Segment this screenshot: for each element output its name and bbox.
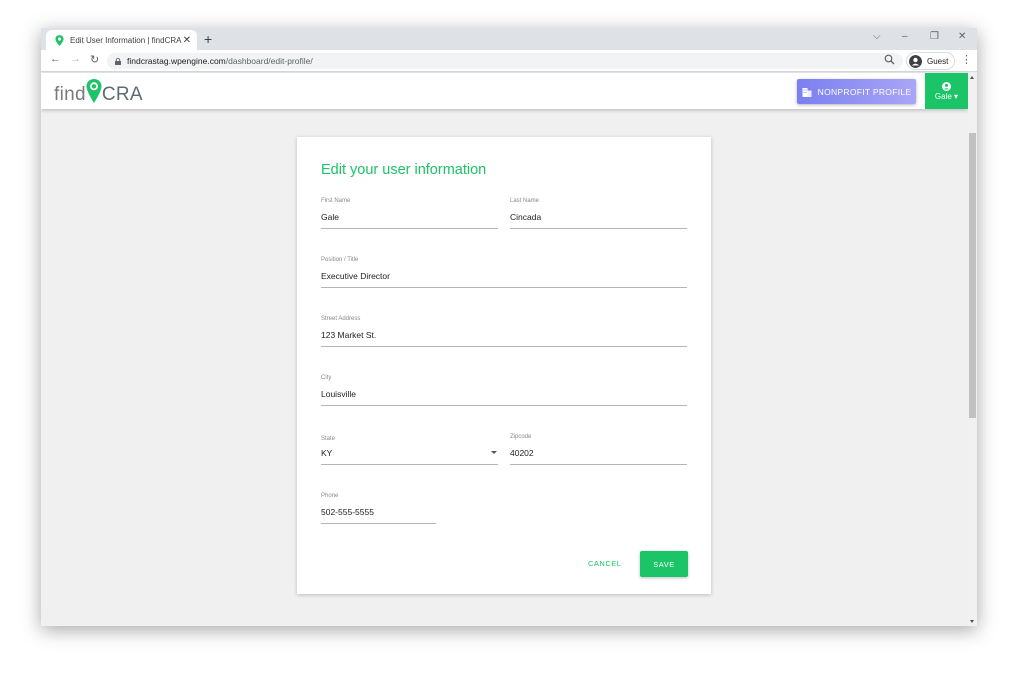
findcra-logo[interactable]: find CRA — [54, 79, 143, 106]
nonprofit-profile-button[interactable]: NONPROFIT PROFILE — [797, 79, 916, 104]
page-scrollbar[interactable] — [968, 73, 977, 626]
first-name-field[interactable]: First Name Gale — [321, 198, 498, 229]
new-tab-button[interactable]: + — [204, 31, 212, 47]
first-name-value[interactable]: Gale — [321, 212, 339, 222]
profile-button[interactable]: Guest — [906, 52, 956, 70]
browser-tab[interactable]: Edit User Information | findCRA ✕ — [46, 30, 197, 50]
city-label: City — [321, 375, 332, 381]
last-name-field[interactable]: Last Name Cincada — [510, 198, 687, 229]
back-button[interactable]: ← — [50, 53, 61, 65]
site-header: find CRA NONPROFIT PROFILE Gale ▾ — [41, 73, 968, 109]
state-value[interactable]: KY — [321, 448, 332, 458]
zipcode-field[interactable]: Zipcode 40202 — [510, 434, 687, 465]
map-pin-icon — [55, 34, 64, 46]
street-address-field[interactable]: Street Address 123 Market St. — [321, 316, 687, 347]
logo-find-text: find — [54, 84, 86, 105]
phone-value[interactable]: 502-555-5555 — [321, 507, 374, 517]
tab-search-icon[interactable]: ⌵ — [873, 31, 881, 42]
save-button[interactable]: SAVE — [640, 551, 688, 577]
city-value[interactable]: Louisville — [321, 389, 356, 399]
restore-button[interactable]: ❐ — [930, 31, 939, 42]
minimize-button[interactable]: – — [902, 31, 908, 42]
zipcode-value[interactable]: 40202 — [510, 448, 534, 458]
zipcode-label: Zipcode — [510, 434, 532, 440]
tab-strip: Edit User Information | findCRA ✕ + ⌵ – … — [41, 28, 977, 50]
profile-label: Guest — [927, 56, 949, 66]
logo-cra-text: CRA — [101, 84, 143, 105]
account-icon — [909, 54, 922, 68]
nonprofit-profile-label: NONPROFIT PROFILE — [817, 86, 912, 97]
position-title-field[interactable]: Position / Title Executive Director — [321, 257, 687, 288]
phone-label: Phone — [321, 493, 339, 499]
edit-user-card: Edit your user information First Name Ga… — [297, 137, 711, 594]
tab-title: Edit User Information | findCRA — [70, 35, 182, 45]
url-host: findcrastag.wpengine.com — [127, 56, 226, 66]
lock-icon — [115, 57, 121, 65]
city-field[interactable]: City Louisville — [321, 375, 687, 406]
url-path: /dashboard/edit-profile/ — [225, 56, 313, 66]
browser-window: Edit User Information | findCRA ✕ + ⌵ – … — [41, 28, 977, 626]
map-pin-icon — [86, 79, 102, 103]
address-bar[interactable]: findcrastag.wpengine.com /dashboard/edit… — [107, 53, 903, 69]
tab-close-icon[interactable]: ✕ — [183, 35, 191, 46]
user-menu-button[interactable]: Gale ▾ — [925, 73, 968, 109]
browser-menu-button[interactable]: ⋮ — [961, 53, 972, 66]
zoom-icon[interactable] — [884, 54, 895, 65]
scrollbar-thumb[interactable] — [969, 133, 976, 418]
last-name-value[interactable]: Cincada — [510, 212, 541, 222]
close-window-button[interactable]: ✕ — [958, 31, 966, 42]
street-address-value[interactable]: 123 Market St. — [321, 330, 376, 340]
reload-button[interactable]: ↻ — [90, 53, 99, 66]
form-title: Edit your user information — [321, 162, 487, 178]
position-title-label: Position / Title — [321, 257, 359, 263]
state-select[interactable]: State KY — [321, 436, 498, 465]
first-name-label: First Name — [321, 198, 351, 204]
position-title-value[interactable]: Executive Director — [321, 271, 390, 281]
browser-toolbar: ← → ↻ findcrastag.wpengine.com /dashboar… — [41, 50, 977, 72]
cancel-button[interactable]: CANCEL — [588, 559, 621, 568]
building-icon — [802, 87, 812, 97]
scroll-up-arrow-icon[interactable] — [970, 76, 974, 79]
street-address-label: Street Address — [321, 316, 361, 322]
user-menu-label: Gale ▾ — [934, 91, 959, 101]
phone-field[interactable]: Phone 502-555-5555 — [321, 493, 436, 524]
chevron-down-icon[interactable] — [491, 451, 497, 454]
last-name-label: Last Name — [510, 198, 540, 204]
user-circle-icon — [942, 81, 951, 91]
scroll-down-arrow-icon[interactable] — [970, 620, 974, 623]
forward-button[interactable]: → — [70, 53, 81, 65]
state-label: State — [321, 436, 336, 442]
